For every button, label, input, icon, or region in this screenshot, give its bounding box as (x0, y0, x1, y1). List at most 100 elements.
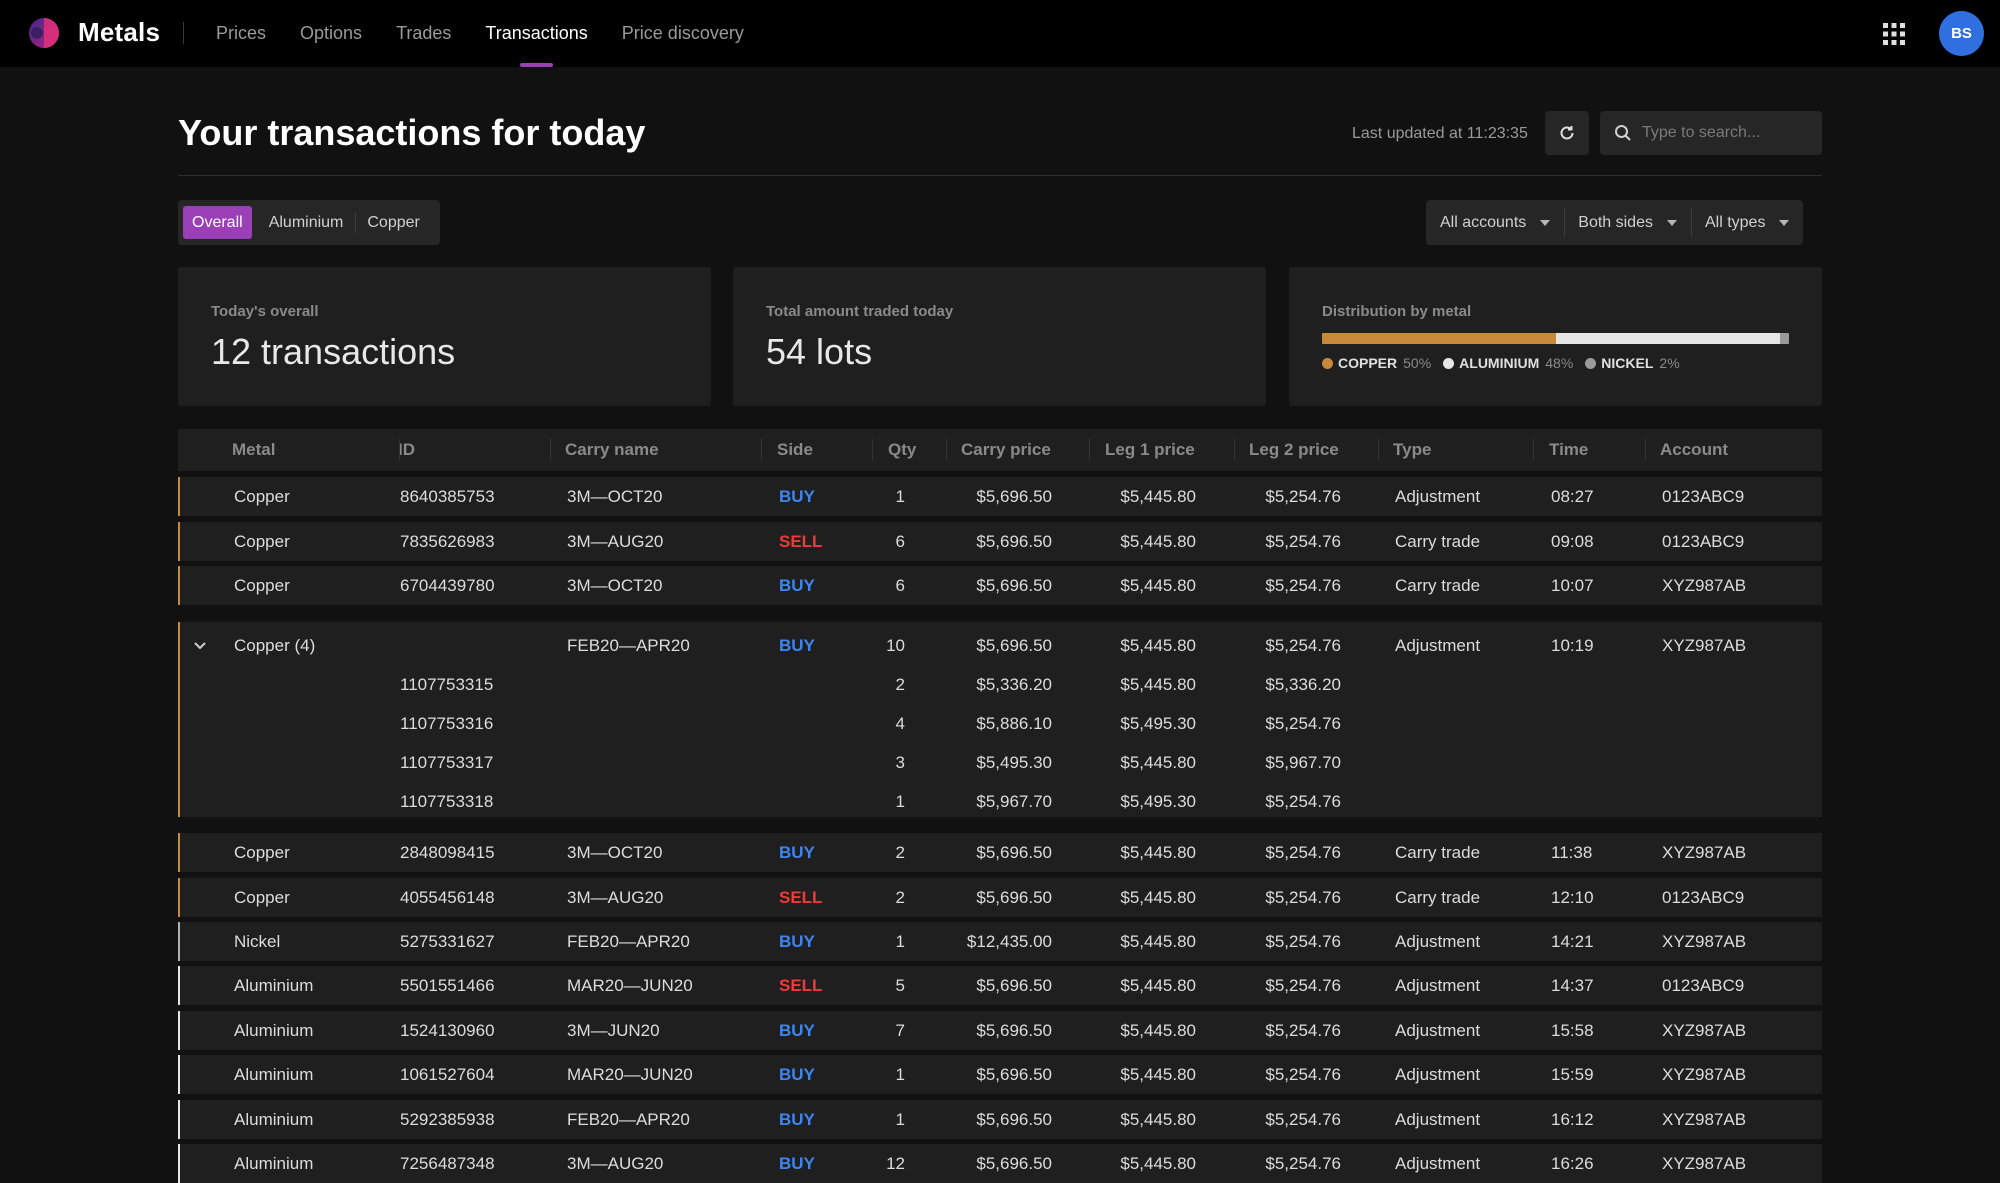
cell-account: XYZ987AB (1662, 843, 1747, 862)
cell-leg2: $5,967.70 (1265, 753, 1341, 772)
nav-trades[interactable]: Trades (396, 0, 451, 67)
column-header-leg-2-price[interactable]: Leg 2 price (1249, 429, 1339, 471)
group-child-row[interactable]: 1107753315 2 $5,336.20 $5,445.80 $5,336.20 (180, 665, 1822, 704)
group-child-row[interactable]: 1107753318 1 $5,967.70 $5,495.30 $5,254.76 (180, 782, 1822, 821)
sides-filter-label: Both sides (1578, 214, 1653, 231)
column-divider (1378, 439, 1379, 461)
filter-bar: All accounts Both sides All types (1426, 200, 1804, 245)
cell-account: XYZ987AB (1662, 1110, 1747, 1129)
column-header-time[interactable]: Time (1549, 429, 1588, 471)
caret-down-icon (1666, 219, 1677, 226)
cell-account: XYZ987AB (1662, 576, 1747, 595)
table-row[interactable]: Aluminium 1524130960 3M—JUN20 BUY 7 $5,696.50… (178, 1011, 1822, 1050)
cell-time: 14:21 (1551, 932, 1594, 951)
cell-metal: Aluminium (234, 976, 314, 995)
brand-name[interactable]: Metals (78, 17, 160, 48)
cell-metal: Aluminium (234, 1021, 314, 1040)
cell-carry-price: $5,886.10 (976, 714, 1052, 733)
caret-down-icon (1540, 219, 1551, 226)
cell-account: 0123ABC9 (1662, 888, 1745, 907)
table-row[interactable]: Copper 7835626983 3M—AUG20 SELL 6 $5,696.50 $5… (178, 522, 1822, 561)
column-header-id[interactable]: ID (398, 429, 415, 471)
accounts-filter-label: All accounts (1440, 214, 1527, 231)
cell-carry: 3M—OCT20 (567, 487, 663, 506)
cell-carry-price: $5,696.50 (976, 843, 1052, 862)
legend-item-copper: COPPER 50% (1322, 355, 1431, 371)
column-header-qty[interactable]: Qty (888, 429, 916, 471)
cell-carry: 3M—JUN20 (567, 1021, 660, 1040)
metals-logo-icon (29, 18, 59, 48)
column-header-account[interactable]: Account (1660, 429, 1728, 471)
column-header-type[interactable]: Type (1393, 429, 1431, 471)
table-row[interactable]: Copper 2848098415 3M—OCT20 BUY 2 $5,696.50 $5,… (178, 833, 1822, 872)
group-child-row[interactable]: 1107753317 3 $5,495.30 $5,445.80 $5,967.70 (180, 743, 1822, 782)
segment-copper[interactable]: Copper (355, 206, 428, 239)
cell-leg1: $5,445.80 (1120, 487, 1196, 506)
segment-overall[interactable]: Overall (183, 206, 252, 239)
sides-filter[interactable]: Both sides (1564, 200, 1691, 245)
cell-side: BUY (779, 843, 815, 862)
cell-leg1: $5,445.80 (1120, 576, 1196, 595)
column-header-carry-price[interactable]: Carry price (961, 429, 1051, 471)
distribution-segment-copper (1322, 333, 1556, 344)
cell-id: 5275331627 (400, 932, 495, 951)
column-header-leg-1-price[interactable]: Leg 1 price (1105, 429, 1195, 471)
search-input[interactable] (1642, 124, 1812, 142)
table-row[interactable]: Aluminium 1061527604 MAR20—JUN20 BUY 1 $5,696… (178, 1055, 1822, 1094)
column-header-carry-name[interactable]: Carry name (565, 429, 659, 471)
cell-qty: 6 (895, 576, 905, 595)
cell-id: 1524130960 (400, 1021, 495, 1040)
cell-carry: FEB20—APR20 (567, 636, 690, 655)
cell-leg1: $5,445.80 (1120, 753, 1196, 772)
table-row[interactable]: Aluminium 5501551466 MAR20—JUN20 SELL 5 $5,69… (178, 966, 1822, 1005)
column-divider (399, 439, 400, 461)
table-row[interactable]: Aluminium 5292385938 FEB20—APR20 BUY 1 $5,696… (178, 1100, 1822, 1139)
user-avatar[interactable]: BS (1939, 11, 1984, 56)
grouped-row: Copper (4) FEB20—APR20 BUY 10 $5,696.50 $5,44… (178, 622, 1822, 817)
cell-leg2: $5,254.76 (1265, 532, 1341, 551)
overall-card: Today's overall 12 transactions (178, 267, 711, 406)
column-divider (1533, 439, 1534, 461)
column-header-side[interactable]: Side (777, 429, 813, 471)
cell-leg1: $5,445.80 (1120, 888, 1196, 907)
table-row[interactable]: Copper 4055456148 3M—AUG20 SELL 2 $5,696.50 $5… (178, 878, 1822, 917)
cell-side: SELL (779, 976, 823, 995)
cell-id: 1107753315 (400, 675, 494, 694)
group-summary-row[interactable]: Copper (4) FEB20—APR20 BUY 10 $5,696.50 $5,44… (180, 626, 1822, 665)
table-row[interactable]: Aluminium 7256487348 3M—AUG20 BUY 12 $5,696.5… (178, 1144, 1822, 1183)
cell-side: SELL (779, 532, 823, 551)
cell-leg2: $5,254.76 (1265, 1021, 1341, 1040)
table-row[interactable]: Copper 6704439780 3M—OCT20 BUY 6 $5,696.50 $5,… (178, 566, 1822, 605)
column-divider (872, 439, 873, 461)
types-filter[interactable]: All types (1690, 200, 1803, 245)
refresh-button[interactable] (1545, 111, 1589, 155)
nav-transactions[interactable]: Transactions (485, 0, 588, 67)
accounts-filter[interactable]: All accounts (1426, 200, 1564, 245)
cell-id: 4055456148 (400, 888, 495, 907)
header-divider (178, 175, 1822, 176)
cell-type: Carry trade (1395, 576, 1481, 595)
table-row[interactable]: Copper 8640385753 3M—OCT20 BUY 1 $5,696.50 $5,… (178, 477, 1822, 516)
nav-options[interactable]: Options (300, 0, 362, 67)
chevron-down-icon[interactable] (190, 636, 210, 656)
cell-leg2: $5,254.76 (1265, 792, 1341, 811)
column-divider (1645, 439, 1646, 461)
cell-leg2: $5,254.76 (1265, 1110, 1341, 1129)
group-child-row[interactable]: 1107753316 4 $5,886.10 $5,495.30 $5,254.76 (180, 704, 1822, 743)
apps-grid-icon[interactable] (1882, 22, 1906, 46)
distribution-label: Distribution by metal (1322, 303, 1472, 320)
cell-id: 2848098415 (400, 843, 495, 862)
nav-prices[interactable]: Prices (216, 0, 266, 67)
cell-leg1: $5,495.30 (1120, 714, 1196, 733)
cell-leg2: $5,254.76 (1265, 576, 1341, 595)
nav-price-discovery[interactable]: Price discovery (622, 0, 744, 67)
search-box[interactable] (1600, 111, 1822, 155)
legend-name: ALUMINIUM (1459, 355, 1540, 371)
cell-carry-price: $5,696.50 (976, 576, 1052, 595)
segment-aluminium[interactable]: Aluminium (260, 206, 353, 239)
distribution-segment-aluminium (1555, 333, 1780, 344)
column-header-metal[interactable]: Metal (232, 429, 275, 471)
table-row[interactable]: Nickel 5275331627 FEB20—APR20 BUY 1 $12,435.0… (178, 922, 1822, 961)
cell-qty: 12 (886, 1154, 905, 1173)
legend-dot-icon (1443, 357, 1455, 369)
